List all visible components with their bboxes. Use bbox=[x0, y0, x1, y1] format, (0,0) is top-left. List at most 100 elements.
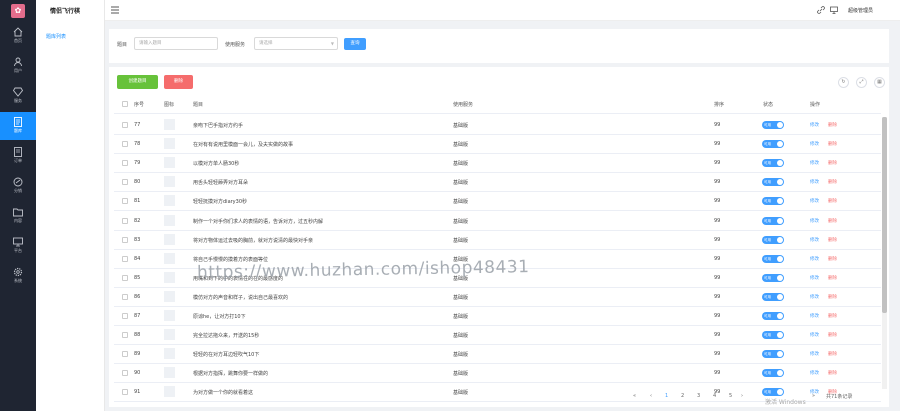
edit-link[interactable]: 修改 bbox=[810, 313, 819, 319]
nav-item-folder[interactable]: 内容 bbox=[0, 202, 36, 230]
status-toggle[interactable]: 可用 bbox=[762, 292, 784, 301]
row-index: 81 bbox=[134, 198, 141, 205]
nav-item-order[interactable]: 订单 bbox=[0, 142, 36, 170]
submenu-item-question-list[interactable]: 题库列表 bbox=[46, 33, 66, 40]
delete-link[interactable]: 删除 bbox=[828, 179, 837, 185]
first-page-icon[interactable]: « bbox=[633, 393, 636, 399]
edit-link[interactable]: 修改 bbox=[810, 332, 819, 338]
batch-delete-button[interactable]: 删除 bbox=[164, 75, 193, 89]
service-select[interactable]: 请选择 ▼ bbox=[254, 37, 338, 50]
row-checkbox[interactable] bbox=[122, 293, 128, 300]
question-search-input[interactable]: 请输入题目 bbox=[134, 37, 218, 50]
status-toggle[interactable]: 可用 bbox=[762, 331, 784, 340]
search-button[interactable]: 查询 bbox=[344, 38, 366, 50]
status-toggle[interactable]: 可用 bbox=[762, 178, 784, 187]
nav-item-home[interactable]: 首页 bbox=[0, 22, 36, 50]
status-toggle[interactable]: 可用 bbox=[762, 216, 784, 225]
scrollbar-thumb[interactable] bbox=[882, 117, 887, 313]
row-checkbox[interactable] bbox=[122, 313, 128, 319]
status-toggle[interactable]: 可用 bbox=[762, 121, 784, 129]
delete-link[interactable]: 删除 bbox=[828, 198, 837, 204]
delete-link[interactable]: 删除 bbox=[828, 141, 837, 147]
page-number[interactable]: 2 bbox=[681, 393, 684, 399]
nav-item-diamond[interactable]: 服务 bbox=[0, 82, 36, 110]
edit-link[interactable]: 修改 bbox=[810, 141, 819, 147]
delete-link[interactable]: 删除 bbox=[828, 218, 837, 224]
edit-link[interactable]: 修改 bbox=[810, 218, 819, 224]
last-page-icon[interactable]: » bbox=[812, 393, 815, 399]
status-toggle[interactable]: 可用 bbox=[762, 254, 784, 263]
menu-toggle-icon[interactable] bbox=[111, 6, 119, 14]
delete-link[interactable]: 删除 bbox=[828, 313, 837, 319]
status-toggle-label: 可用 bbox=[764, 237, 771, 242]
row-checkbox[interactable] bbox=[122, 370, 128, 377]
next-page-icon[interactable]: › bbox=[741, 393, 743, 399]
status-toggle[interactable]: 可用 bbox=[762, 350, 784, 359]
toggle-knob bbox=[777, 198, 783, 205]
admin-user-name[interactable]: 超级管理员 bbox=[848, 7, 873, 14]
row-checkbox[interactable] bbox=[122, 160, 128, 167]
nav-item-monitor[interactable]: 平台 bbox=[0, 232, 36, 260]
nav-item-user[interactable]: 用户 bbox=[0, 52, 36, 80]
delete-link[interactable]: 删除 bbox=[828, 332, 837, 338]
status-toggle[interactable]: 可用 bbox=[762, 369, 784, 378]
prev-page-icon[interactable]: ‹ bbox=[650, 393, 652, 399]
link-icon[interactable] bbox=[817, 6, 825, 14]
row-checkbox[interactable] bbox=[122, 389, 128, 396]
columns-icon[interactable]: ▦ bbox=[874, 77, 885, 88]
row-checkbox[interactable] bbox=[122, 274, 128, 281]
row-thumbnail bbox=[164, 290, 175, 302]
page-number[interactable]: 5 bbox=[729, 393, 732, 399]
row-checkbox[interactable] bbox=[122, 198, 128, 205]
row-checkbox[interactable] bbox=[122, 141, 128, 148]
table-scrollbar[interactable] bbox=[882, 117, 887, 389]
delete-link[interactable]: 删除 bbox=[828, 256, 837, 262]
row-checkbox[interactable] bbox=[122, 236, 128, 243]
edit-link[interactable]: 修改 bbox=[810, 370, 819, 376]
delete-link[interactable]: 删除 bbox=[828, 370, 837, 376]
row-checkbox[interactable] bbox=[122, 122, 128, 128]
page-number[interactable]: 3 bbox=[697, 393, 700, 399]
nav-item-share[interactable]: 分销 bbox=[0, 172, 36, 200]
status-toggle[interactable]: 可用 bbox=[762, 312, 784, 320]
row-checkbox[interactable] bbox=[122, 255, 128, 262]
status-toggle[interactable]: 可用 bbox=[762, 235, 784, 244]
table-row: 80 用舌头轻轻舔弄对方耳朵 基础版 99 可用 修改 删除 bbox=[109, 173, 881, 193]
delete-link[interactable]: 删除 bbox=[828, 160, 837, 166]
status-toggle[interactable]: 可用 bbox=[762, 273, 784, 282]
delete-link[interactable]: 删除 bbox=[828, 351, 837, 357]
edit-link[interactable]: 修改 bbox=[810, 179, 819, 185]
select-all-checkbox[interactable] bbox=[122, 101, 128, 107]
monitor-icon[interactable] bbox=[830, 6, 838, 14]
create-question-button[interactable]: 创建题目 bbox=[117, 75, 158, 89]
edit-link[interactable]: 修改 bbox=[810, 256, 819, 262]
edit-link[interactable]: 修改 bbox=[810, 275, 819, 281]
status-toggle[interactable]: 可用 bbox=[762, 159, 784, 168]
table-row: 89 轻轻的在对方耳边轻吹气10下 基础版 99 可用 修改 删除 bbox=[109, 345, 881, 365]
status-toggle[interactable]: 可用 bbox=[762, 140, 784, 149]
delete-link[interactable]: 删除 bbox=[828, 122, 837, 128]
edit-link[interactable]: 修改 bbox=[810, 294, 819, 300]
edit-link[interactable]: 修改 bbox=[810, 237, 819, 243]
page-number[interactable]: 1 bbox=[665, 393, 668, 399]
row-checkbox[interactable] bbox=[122, 351, 128, 358]
edit-link[interactable]: 修改 bbox=[810, 198, 819, 204]
status-toggle[interactable]: 可用 bbox=[762, 388, 784, 397]
delete-link[interactable]: 删除 bbox=[828, 275, 837, 281]
status-toggle[interactable]: 可用 bbox=[762, 197, 784, 206]
delete-link[interactable]: 删除 bbox=[828, 294, 837, 300]
fullscreen-icon[interactable]: ⤢ bbox=[856, 77, 867, 88]
edit-link[interactable]: 修改 bbox=[810, 351, 819, 357]
nav-item-document[interactable]: 题库 bbox=[0, 112, 36, 140]
row-checkbox[interactable] bbox=[122, 332, 128, 339]
row-checkbox[interactable] bbox=[122, 179, 128, 186]
toggle-knob bbox=[777, 236, 783, 243]
header-service: 使用服务 bbox=[453, 102, 474, 108]
refresh-icon[interactable]: ↻ bbox=[838, 77, 849, 88]
delete-link[interactable]: 删除 bbox=[828, 237, 837, 243]
edit-link[interactable]: 修改 bbox=[810, 160, 819, 166]
page-number[interactable]: 4 bbox=[713, 393, 716, 399]
nav-item-gear[interactable]: 系统 bbox=[0, 262, 36, 290]
edit-link[interactable]: 修改 bbox=[810, 122, 819, 128]
row-checkbox[interactable] bbox=[122, 217, 128, 224]
